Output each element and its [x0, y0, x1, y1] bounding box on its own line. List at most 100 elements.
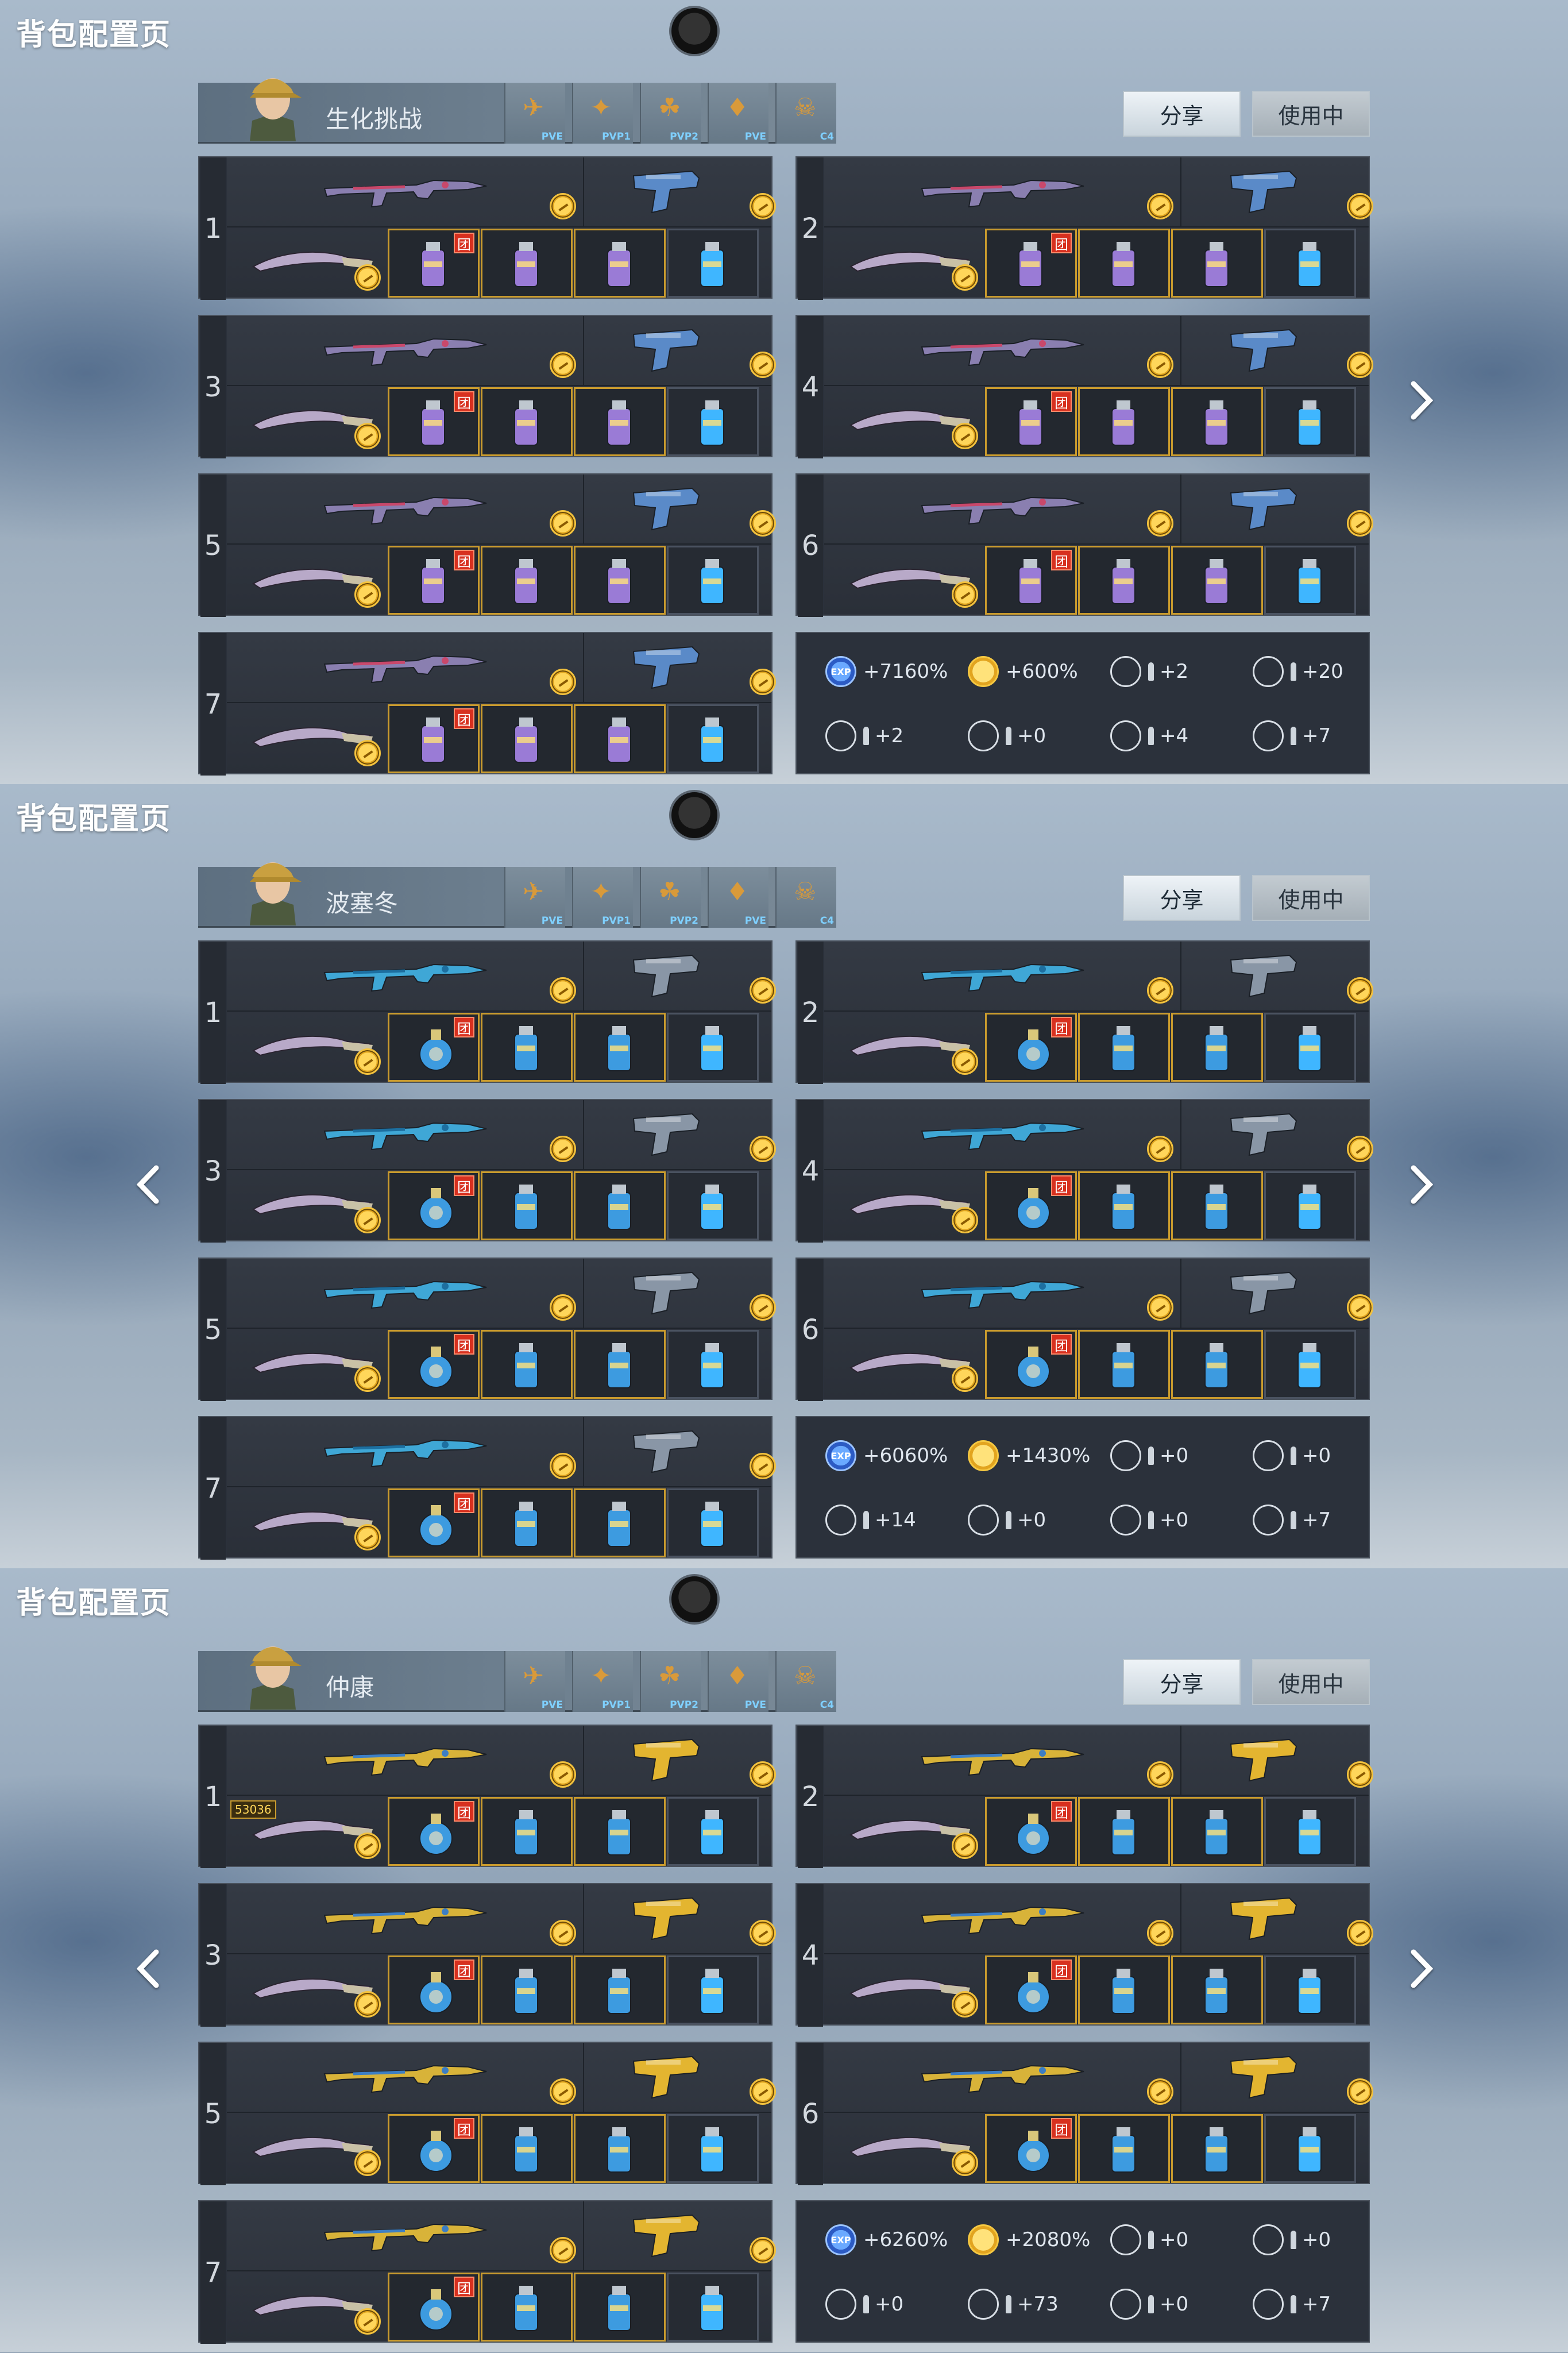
item-slot[interactable] — [667, 387, 759, 456]
secondary-weapon[interactable] — [1226, 165, 1301, 219]
primary-weapon[interactable] — [916, 1270, 1088, 1318]
item-slot[interactable] — [667, 1488, 759, 1557]
share-button[interactable]: 分享 — [1123, 875, 1241, 921]
tactical-slot[interactable] — [1171, 1171, 1263, 1240]
tactical-slot[interactable] — [574, 1955, 666, 2024]
loadout-slot[interactable]: 2 团 — [795, 1725, 1373, 1868]
tactical-slot[interactable] — [481, 1013, 573, 1082]
primary-weapon[interactable] — [916, 1896, 1088, 1944]
tactical-slot[interactable] — [574, 1797, 666, 1866]
grenade-slot[interactable]: 团 — [985, 2114, 1077, 2183]
item-slot[interactable] — [667, 1955, 759, 2024]
item-slot[interactable] — [1264, 1330, 1356, 1399]
next-page-arrow[interactable] — [1404, 1943, 1439, 1995]
primary-weapon[interactable] — [319, 486, 491, 534]
mode-icon-3[interactable]: ♦ PVE — [708, 83, 768, 144]
tactical-slot[interactable] — [481, 704, 573, 773]
secondary-weapon[interactable] — [629, 1267, 704, 1321]
mode-icon-1[interactable]: ✦ PVP1 — [572, 1651, 633, 1712]
mode-icon-1[interactable]: ✦ PVP1 — [572, 83, 633, 144]
next-page-arrow[interactable] — [1404, 375, 1439, 426]
grenade-slot[interactable]: 团 — [985, 229, 1077, 298]
loadout-slot[interactable]: 4 团 — [795, 1099, 1373, 1243]
item-slot[interactable] — [667, 1013, 759, 1082]
tactical-slot[interactable] — [1078, 1171, 1170, 1240]
secondary-weapon[interactable] — [629, 2209, 704, 2263]
grenade-slot[interactable]: 团 — [388, 1955, 480, 2024]
primary-weapon[interactable] — [319, 1112, 491, 1160]
next-page-arrow[interactable] — [1404, 1159, 1439, 1210]
tactical-slot[interactable] — [1171, 1797, 1263, 1866]
tactical-slot[interactable] — [574, 546, 666, 615]
loadout-slot[interactable]: 1 53036 团 — [198, 1725, 776, 1868]
secondary-weapon[interactable] — [629, 2051, 704, 2105]
item-slot[interactable] — [667, 2114, 759, 2183]
item-slot[interactable] — [667, 1171, 759, 1240]
item-slot[interactable] — [667, 2273, 759, 2342]
tactical-slot[interactable] — [1078, 1330, 1170, 1399]
share-button[interactable]: 分享 — [1123, 1659, 1241, 1705]
secondary-weapon[interactable] — [629, 324, 704, 378]
tactical-slot[interactable] — [1078, 1955, 1170, 2024]
primary-weapon[interactable] — [319, 1737, 491, 1785]
prev-page-arrow[interactable] — [131, 1943, 165, 1995]
secondary-weapon[interactable] — [1226, 1267, 1301, 1321]
loadout-slot[interactable]: 1 团 — [198, 940, 776, 1084]
primary-weapon[interactable] — [916, 953, 1088, 1001]
grenade-slot[interactable]: 团 — [388, 704, 480, 773]
tactical-slot[interactable] — [1171, 1955, 1263, 2024]
in-use-button[interactable]: 使用中 — [1252, 91, 1370, 137]
tactical-slot[interactable] — [1078, 387, 1170, 456]
secondary-weapon[interactable] — [629, 1892, 704, 1946]
item-slot[interactable] — [667, 1797, 759, 1866]
mode-icon-4[interactable]: ☠ C4 — [775, 867, 836, 928]
tactical-slot[interactable] — [574, 2273, 666, 2342]
loadout-slot[interactable]: 3 团 — [198, 1883, 776, 2027]
primary-weapon[interactable] — [319, 327, 491, 376]
grenade-slot[interactable]: 团 — [985, 1171, 1077, 1240]
tactical-slot[interactable] — [1171, 229, 1263, 298]
loadout-slot[interactable]: 7 团 — [198, 1416, 776, 1560]
mode-icon-2[interactable]: ☘ PVP2 — [640, 83, 701, 144]
tactical-slot[interactable] — [481, 1955, 573, 2024]
secondary-weapon[interactable] — [1226, 1734, 1301, 1788]
loadout-slot[interactable]: 6 团 — [795, 2042, 1373, 2185]
tactical-slot[interactable] — [1171, 2114, 1263, 2183]
tactical-slot[interactable] — [481, 1488, 573, 1557]
item-slot[interactable] — [1264, 546, 1356, 615]
tactical-slot[interactable] — [1171, 1330, 1263, 1399]
loadout-slot[interactable]: 5 团 — [198, 2042, 776, 2185]
grenade-slot[interactable]: 团 — [985, 1955, 1077, 2024]
primary-weapon[interactable] — [319, 169, 491, 217]
grenade-slot[interactable]: 团 — [388, 387, 480, 456]
tactical-slot[interactable] — [574, 1488, 666, 1557]
tactical-slot[interactable] — [1078, 1797, 1170, 1866]
item-slot[interactable] — [1264, 1797, 1356, 1866]
grenade-slot[interactable]: 团 — [388, 1330, 480, 1399]
secondary-weapon[interactable] — [1226, 483, 1301, 537]
loadout-slot[interactable]: 6 团 — [795, 473, 1373, 617]
loadout-slot[interactable]: 7 团 — [198, 2200, 776, 2344]
tactical-slot[interactable] — [1078, 2114, 1170, 2183]
item-slot[interactable] — [667, 546, 759, 615]
grenade-slot[interactable]: 团 — [985, 1330, 1077, 1399]
primary-weapon[interactable] — [916, 1737, 1088, 1785]
tactical-slot[interactable] — [481, 2273, 573, 2342]
loadout-slot[interactable]: 2 团 — [795, 940, 1373, 1084]
item-slot[interactable] — [1264, 1171, 1356, 1240]
secondary-weapon[interactable] — [629, 1425, 704, 1479]
mode-icon-3[interactable]: ♦ PVE — [708, 1651, 768, 1712]
item-slot[interactable] — [1264, 1013, 1356, 1082]
grenade-slot[interactable]: 团 — [985, 1013, 1077, 1082]
mode-icon-0[interactable]: ✈ PVE — [504, 867, 565, 928]
item-slot[interactable] — [1264, 229, 1356, 298]
item-slot[interactable] — [1264, 387, 1356, 456]
primary-weapon[interactable] — [319, 645, 491, 693]
tactical-slot[interactable] — [574, 2114, 666, 2183]
mode-icon-4[interactable]: ☠ C4 — [775, 1651, 836, 1712]
secondary-weapon[interactable] — [1226, 2051, 1301, 2105]
share-button[interactable]: 分享 — [1123, 91, 1241, 137]
loadout-slot[interactable]: 6 团 — [795, 1257, 1373, 1401]
tactical-slot[interactable] — [481, 1171, 573, 1240]
loadout-slot[interactable]: 1 团 — [198, 156, 776, 300]
